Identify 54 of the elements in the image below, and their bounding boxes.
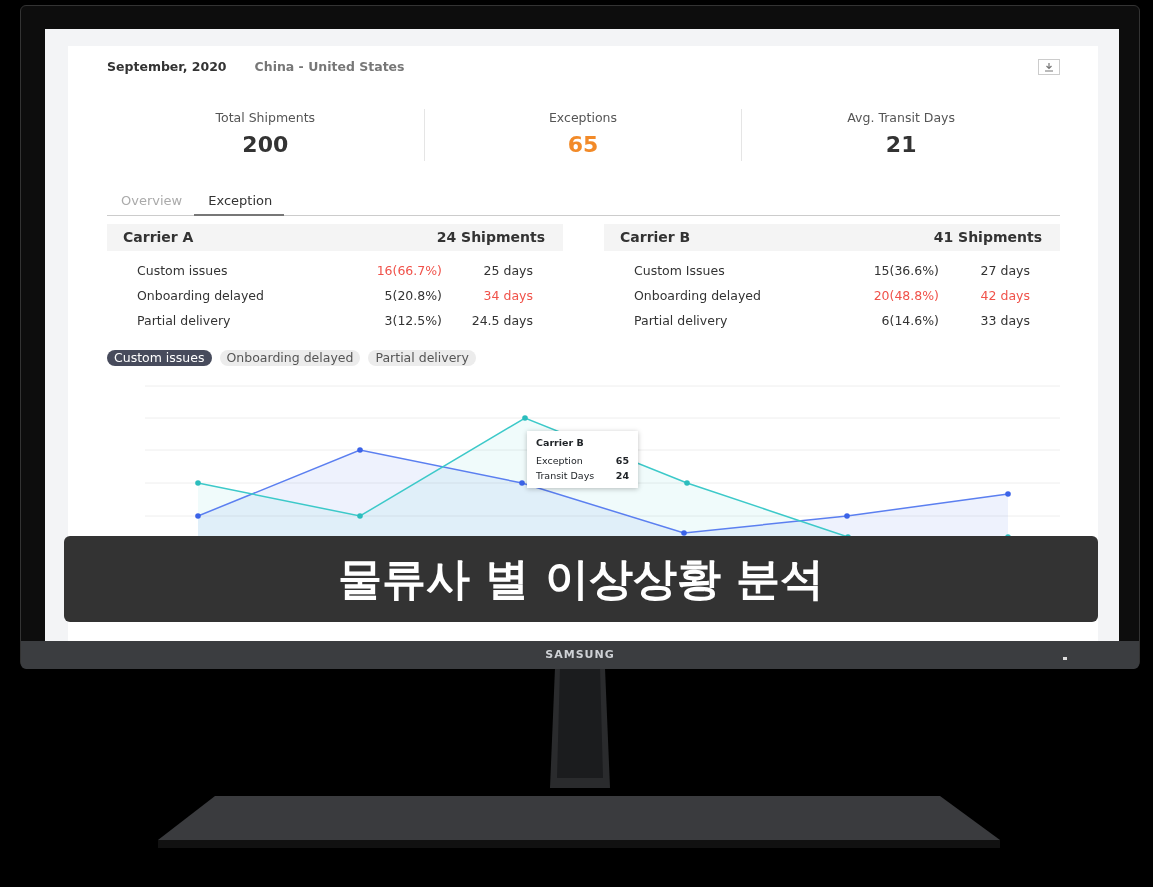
data-point <box>519 480 525 486</box>
stat-value: 21 <box>884 130 918 159</box>
data-point <box>357 447 363 453</box>
issue-label: Custom Issues <box>634 262 726 281</box>
tooltip-label: Exception <box>536 454 583 469</box>
filter-chip[interactable]: Onboarding delayed <box>219 350 361 366</box>
issue-label: Onboarding delayed <box>634 287 762 306</box>
brand-logo: SAMSUNG <box>545 646 615 663</box>
issue-days: 25 days <box>442 262 533 281</box>
data-point <box>195 513 201 519</box>
route-label: China - United States <box>254 58 405 76</box>
issue-count: 16(66.7%) <box>375 262 442 281</box>
stat-label: Total Shipments <box>214 108 317 127</box>
download-icon <box>1044 62 1054 72</box>
issue-count: 6(14.6%) <box>880 312 939 331</box>
data-point <box>195 480 201 486</box>
data-point <box>357 513 363 519</box>
data-point <box>684 480 690 486</box>
caption-banner: 물류사 별 이상상황 분석 <box>64 536 1098 622</box>
download-button[interactable] <box>1038 59 1060 76</box>
stat-label: Exceptions <box>547 108 618 127</box>
data-point <box>1005 491 1011 497</box>
issue-count: 20(48.8%) <box>872 287 939 306</box>
issue-count: 15(36.6%) <box>872 262 939 281</box>
data-point <box>522 415 528 421</box>
tooltip-value: 24 <box>615 468 629 483</box>
tooltip-value: 65 <box>615 454 629 469</box>
issue-label: Custom issues <box>137 262 229 281</box>
issue-label: Partial delivery <box>634 312 729 331</box>
report-period: September, 2020 <box>107 58 227 76</box>
issue-days: 33 days <box>939 312 1030 331</box>
issue-days: 27 days <box>939 262 1030 281</box>
stat-label: Avg. Transit Days <box>846 108 956 127</box>
carrier-name: Carrier B <box>620 228 691 247</box>
issue-label: Partial delivery <box>137 312 232 331</box>
tooltip-label: Transit Days <box>536 468 595 483</box>
data-point <box>681 530 687 536</box>
issue-label: Onboarding delayed <box>137 287 265 306</box>
filter-chip[interactable]: Custom issues <box>107 350 212 366</box>
shipment-total: 41 Shipments <box>933 228 1042 247</box>
issue-count: 5(20.8%) <box>383 287 442 306</box>
stat-value: 200 <box>241 130 290 159</box>
issue-days: 24.5 days <box>442 312 533 331</box>
tab[interactable]: Exception <box>194 188 285 216</box>
issue-days: 34 days <box>442 287 533 306</box>
data-point <box>844 513 850 519</box>
tooltip-title: Carrier B <box>536 436 585 450</box>
stat-value: 65 <box>566 130 600 159</box>
issue-count: 3(12.5%) <box>383 312 442 331</box>
power-led-icon <box>1063 657 1067 660</box>
filter-chip[interactable]: Partial delivery <box>368 350 476 366</box>
carrier-name: Carrier A <box>123 228 194 247</box>
issue-days: 42 days <box>939 287 1030 306</box>
shipment-total: 24 Shipments <box>436 228 545 247</box>
